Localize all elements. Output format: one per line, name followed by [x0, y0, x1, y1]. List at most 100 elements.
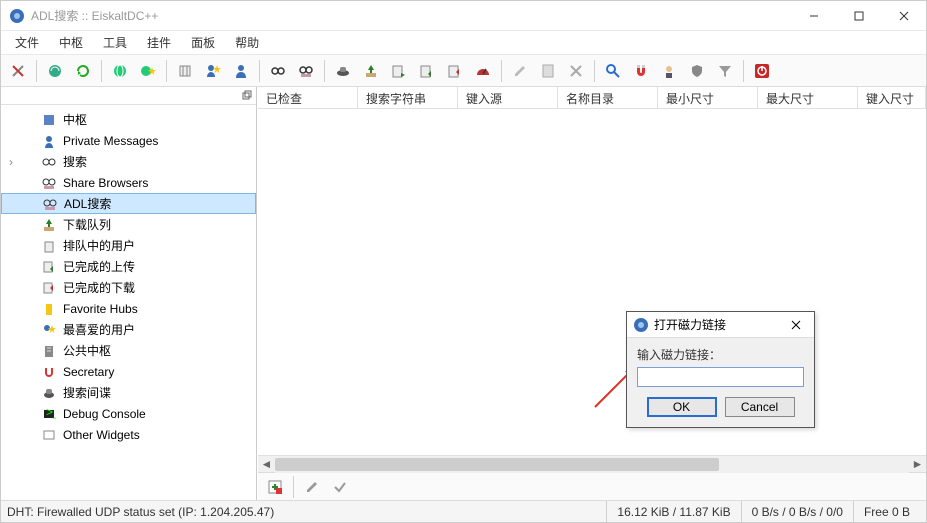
menu-hubs[interactable]: 中枢 [49, 31, 93, 54]
user-icon [41, 133, 57, 149]
toolbar-speed-icon[interactable] [470, 58, 496, 84]
sidebar-item-spy[interactable]: 搜索间谍 [1, 382, 256, 403]
svg-text:>_: >_ [46, 407, 56, 419]
scroll-thumb[interactable] [275, 458, 719, 471]
ok-button[interactable]: OK [647, 397, 717, 417]
magnet-link-input[interactable] [637, 367, 804, 387]
sidebar-item-label: Share Browsers [63, 176, 148, 190]
sidebar-undock-icon[interactable] [242, 89, 252, 103]
add-entry-button[interactable] [262, 474, 288, 500]
toolbar-user-icon[interactable] [228, 58, 254, 84]
sidebar-item-public-hubs[interactable]: 公共中枢 [1, 340, 256, 361]
horizontal-scrollbar[interactable]: ◄ ► [258, 455, 926, 472]
accept-entry-button[interactable] [327, 474, 353, 500]
sidebar-item-favorite-hubs[interactable]: Favorite Hubs [1, 298, 256, 319]
dialog-close-button[interactable] [784, 315, 808, 335]
toolbar-filter-icon[interactable] [712, 58, 738, 84]
table-body[interactable]: 安下载 www.anxz.com 打开磁力链接 输入磁力链接： [258, 109, 926, 455]
download-icon [41, 217, 57, 233]
dialog-body: 输入磁力链接： OK Cancel [627, 338, 814, 427]
sidebar-item-label: 排队中的用户 [63, 237, 135, 254]
sidebar-item-label: Other Widgets [63, 428, 140, 442]
toolbar-separator [101, 60, 102, 82]
toolbar-settings-icon[interactable] [5, 58, 31, 84]
sidebar-item-share-browsers[interactable]: Share Browsers [1, 172, 256, 193]
sidebar-item-favorite-users[interactable]: 最喜爱的用户 [1, 319, 256, 340]
public-hubs-icon [41, 343, 57, 359]
toolbar-download-icon[interactable] [358, 58, 384, 84]
maximize-button[interactable] [836, 1, 881, 31]
menu-plugins[interactable]: 挂件 [137, 31, 181, 54]
sidebar-item-label: 搜索间谍 [63, 384, 111, 401]
status-speed: 0 B/s / 0 B/s / 0/0 [741, 501, 853, 522]
download-done-icon [41, 280, 57, 296]
toolbar-adl-search-icon[interactable] [293, 58, 319, 84]
toolbar-upload-done-icon[interactable] [414, 58, 440, 84]
toolbar-spy-icon[interactable] [330, 58, 356, 84]
sidebar-item-queued-users[interactable]: 排队中的用户 [1, 235, 256, 256]
toolbar-shield-icon[interactable] [684, 58, 710, 84]
column-input-size[interactable]: 键入尺寸 [858, 87, 926, 108]
menu-help[interactable]: 帮助 [225, 31, 269, 54]
window-title: ADL搜索 :: EiskaltDC++ [31, 7, 791, 24]
scroll-right-icon[interactable]: ► [909, 456, 926, 473]
sidebar-item-finished-uploads[interactable]: 已完成的上传 [1, 256, 256, 277]
sidebar-item-other-widgets[interactable]: Other Widgets [1, 424, 256, 445]
sidebar-item-search[interactable]: 搜索 [1, 151, 256, 172]
status-transfer: 16.12 KiB / 11.87 KiB [606, 501, 740, 522]
minimize-button[interactable] [791, 1, 836, 31]
toolbar-globe-refresh-icon[interactable] [42, 58, 68, 84]
toolbar-separator [293, 476, 294, 498]
sidebar-item-hubs[interactable]: 中枢 [1, 109, 256, 130]
status-dht: DHT: Firewalled UDP status set (IP: 1.20… [7, 505, 274, 519]
close-button[interactable] [881, 1, 926, 31]
toolbar-edit-icon[interactable] [507, 58, 533, 84]
toolbar-reload-icon[interactable] [70, 58, 96, 84]
toolbar-download-done-icon[interactable] [442, 58, 468, 84]
binoculars-icon [41, 154, 57, 170]
toolbar-secretary-icon[interactable] [656, 58, 682, 84]
sidebar-item-label: 搜索 [63, 153, 87, 170]
column-input-source[interactable]: 键入源 [458, 87, 558, 108]
column-max-size[interactable]: 最大尺寸 [758, 87, 858, 108]
toolbar-find-icon[interactable] [600, 58, 626, 84]
menu-tools[interactable]: 工具 [93, 31, 137, 54]
app-icon [9, 8, 25, 24]
toolbar-power-icon[interactable] [749, 58, 775, 84]
scroll-left-icon[interactable]: ◄ [258, 456, 275, 473]
sidebar-item-label: Secretary [63, 365, 114, 379]
upload-done-icon [41, 259, 57, 275]
toolbar-globe-icon[interactable] [107, 58, 133, 84]
column-min-size[interactable]: 最小尺寸 [658, 87, 758, 108]
titlebar: ADL搜索 :: EiskaltDC++ [1, 1, 926, 31]
toolbar-separator [594, 60, 595, 82]
sidebar-item-label: Private Messages [63, 134, 158, 148]
sidebar-item-secretary[interactable]: Secretary [1, 361, 256, 382]
menu-panel[interactable]: 面板 [181, 31, 225, 54]
console-icon: >_ [41, 406, 57, 422]
menu-file[interactable]: 文件 [5, 31, 49, 54]
cancel-button[interactable]: Cancel [725, 397, 795, 417]
sidebar-item-download-queue[interactable]: 下载队列 [1, 214, 256, 235]
toolbar-magnet-icon[interactable] [628, 58, 654, 84]
favorite-user-icon [41, 322, 57, 338]
toolbar-hash-icon[interactable] [172, 58, 198, 84]
toolbar-separator [501, 60, 502, 82]
sidebar-item-finished-downloads[interactable]: 已完成的下载 [1, 277, 256, 298]
toolbar-user-star-icon[interactable] [200, 58, 226, 84]
share-browsers-icon [41, 175, 57, 191]
column-name-dir[interactable]: 名称目录 [558, 87, 658, 108]
toolbar-queue-icon[interactable] [386, 58, 412, 84]
sidebar-item-adl-search[interactable]: ADL搜索 [1, 193, 256, 214]
sidebar-item-debug-console[interactable]: >_Debug Console [1, 403, 256, 424]
table-header: 已检查 搜索字符串 键入源 名称目录 最小尺寸 最大尺寸 键入尺寸 [258, 87, 926, 109]
edit-entry-button[interactable] [299, 474, 325, 500]
column-checked[interactable]: 已检查 [258, 87, 358, 108]
toolbar-script-icon[interactable] [535, 58, 561, 84]
sidebar-item-private-messages[interactable]: Private Messages [1, 130, 256, 151]
toolbar-search-icon[interactable] [265, 58, 291, 84]
column-search-string[interactable]: 搜索字符串 [358, 87, 458, 108]
toolbar-delete-icon[interactable] [563, 58, 589, 84]
toolbar-globe-star-icon[interactable] [135, 58, 161, 84]
scroll-track[interactable] [275, 456, 909, 473]
